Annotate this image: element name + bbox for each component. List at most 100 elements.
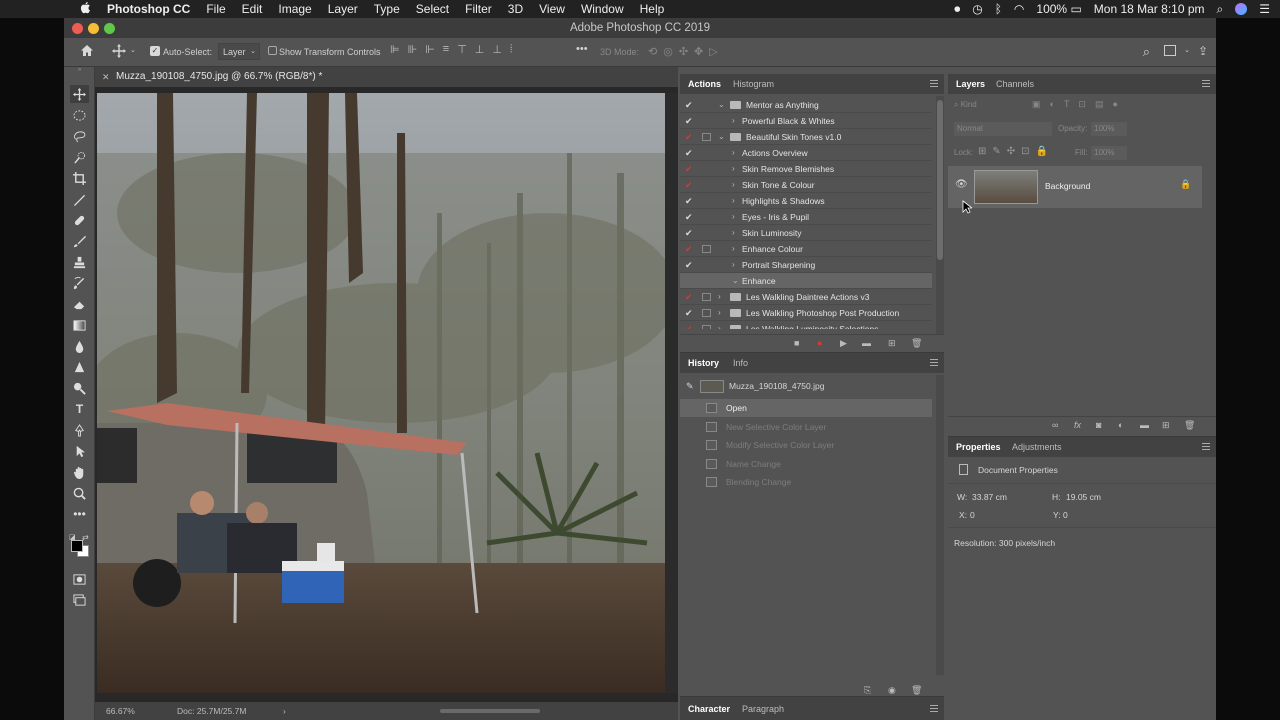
chevron-down-icon[interactable]: ⌄ xyxy=(718,129,725,145)
new-set-icon[interactable]: ▬ xyxy=(862,338,871,348)
marquee-tool-icon[interactable] xyxy=(70,106,89,124)
new-layer-icon[interactable]: ⊞ xyxy=(1162,420,1170,431)
dialog-toggle-icon[interactable] xyxy=(702,293,711,301)
chevron-down-icon[interactable]: ⌄ xyxy=(130,46,136,54)
panel-menu-icon[interactable] xyxy=(930,80,938,87)
clock[interactable]: Mon 18 Mar 8:10 pm xyxy=(1094,2,1205,16)
menu-edit[interactable]: Edit xyxy=(234,2,271,16)
healing-brush-tool-icon[interactable] xyxy=(70,211,89,229)
quick-selection-tool-icon[interactable] xyxy=(70,148,89,166)
new-action-icon[interactable]: ⊞ xyxy=(888,338,896,349)
notification-center-icon[interactable]: ☰ xyxy=(1259,2,1270,16)
siri-icon[interactable] xyxy=(1235,3,1248,15)
dialog-toggle-icon[interactable] xyxy=(702,325,711,329)
close-tab-icon[interactable]: ✕ xyxy=(102,67,110,87)
history-brush-source-icon[interactable]: ✎ xyxy=(686,377,694,395)
chevron-right-icon[interactable]: › xyxy=(718,321,721,329)
hand-tool-icon[interactable] xyxy=(70,463,89,481)
distribute-vert-icon[interactable]: ⦙ xyxy=(510,43,512,59)
menu-type[interactable]: Type xyxy=(366,2,408,16)
action-row[interactable]: ✔ › Powerful Black & Whites xyxy=(680,113,932,129)
camera-icon[interactable]: ◉ xyxy=(888,685,896,696)
stop-icon[interactable]: ■ xyxy=(794,338,799,348)
align-top-icon[interactable]: ⊤ xyxy=(457,43,467,59)
chevron-down-icon[interactable]: ⌄ xyxy=(732,273,739,289)
history-step[interactable]: Modify Selective Color Layer xyxy=(680,436,932,454)
apple-menu-icon[interactable] xyxy=(0,1,99,17)
zoom-level[interactable]: 66.67% xyxy=(106,702,135,720)
action-toggle-check-icon[interactable]: ✔ xyxy=(685,113,693,129)
y-value[interactable]: 0 xyxy=(1063,510,1068,520)
delete-layer-icon[interactable]: 🗑 xyxy=(1184,420,1195,431)
home-icon[interactable] xyxy=(80,44,94,59)
more-options-icon[interactable]: ••• xyxy=(576,43,588,55)
width-value[interactable]: 33.87 cm xyxy=(972,492,1007,502)
new-group-icon[interactable]: ▬ xyxy=(1140,420,1149,430)
history-step[interactable]: Name Change xyxy=(680,455,932,473)
chevron-right-icon[interactable]: › xyxy=(732,209,735,225)
move-tool-preset-icon[interactable] xyxy=(112,44,126,60)
action-toggle-check-icon[interactable]: ✔ xyxy=(685,289,693,305)
auto-select-checkbox[interactable]: ✓ xyxy=(150,46,160,56)
menu-3d[interactable]: 3D xyxy=(500,2,531,16)
history-step[interactable]: Blending Change xyxy=(680,473,932,491)
delete-icon[interactable]: 🗑 xyxy=(911,338,922,349)
align-hcenter-icon[interactable]: ⊪ xyxy=(408,43,418,59)
panel-menu-icon[interactable] xyxy=(930,705,938,712)
chevron-right-icon[interactable]: › xyxy=(732,241,735,257)
align-left-icon[interactable]: ⊫ xyxy=(390,43,400,59)
menu-view[interactable]: View xyxy=(531,2,573,16)
swap-colors-icon[interactable]: ⇄ xyxy=(82,533,89,542)
action-toggle-check-icon[interactable]: ✔ xyxy=(685,145,693,161)
add-mask-icon[interactable]: ◙ xyxy=(1096,420,1101,430)
chevron-down-icon[interactable]: ⌄ xyxy=(718,97,725,113)
tab-history[interactable]: History xyxy=(682,353,725,373)
search-icon[interactable]: ⌕ xyxy=(1143,44,1150,60)
share-icon[interactable]: ⇪ xyxy=(1198,44,1208,58)
action-toggle-check-icon[interactable]: ✔ xyxy=(685,209,693,225)
tab-channels[interactable]: Channels xyxy=(990,74,1040,94)
action-toggle-check-icon[interactable]: ✔ xyxy=(685,161,693,177)
actions-scrollbar[interactable] xyxy=(936,96,944,334)
menu-file[interactable]: File xyxy=(198,2,233,16)
panel-menu-icon[interactable] xyxy=(1202,443,1210,450)
tab-adjustments[interactable]: Adjustments xyxy=(1006,437,1068,457)
action-toggle-check-icon[interactable]: ✔ xyxy=(685,225,693,241)
crop-tool-icon[interactable] xyxy=(70,169,89,187)
menu-select[interactable]: Select xyxy=(408,2,457,16)
action-row[interactable]: ✔ › Skin Tone & Colour xyxy=(680,177,932,193)
action-row[interactable]: ✔ › Les Walkling Daintree Actions v3 xyxy=(680,289,932,305)
action-toggle-check-icon[interactable]: ✔ xyxy=(685,321,693,329)
bluetooth-icon[interactable]: ᛒ xyxy=(995,2,1002,16)
menu-layer[interactable]: Layer xyxy=(320,2,366,16)
pen-tool-icon[interactable] xyxy=(70,379,89,397)
image-canvas[interactable] xyxy=(97,93,665,693)
history-snapshot[interactable]: ✎ Muzza_190108_4750.jpg xyxy=(680,377,932,395)
distribute-icon[interactable]: ≡ xyxy=(443,43,449,59)
action-toggle-check-icon[interactable]: ✔ xyxy=(685,97,693,113)
blend-mode-dropdown[interactable]: Normal xyxy=(954,122,1052,136)
visibility-eye-icon[interactable]: 👁 xyxy=(955,179,968,190)
horizontal-scrollbar[interactable] xyxy=(440,709,540,713)
chevron-down-icon[interactable]: ⌄ xyxy=(1184,46,1190,54)
lasso-tool-icon[interactable] xyxy=(70,127,89,145)
spotlight-icon[interactable]: ⌕ xyxy=(1217,2,1224,17)
delete-icon[interactable]: 🗑 xyxy=(911,685,922,696)
play-icon[interactable]: ▶ xyxy=(840,338,847,349)
transform-controls-checkbox[interactable] xyxy=(268,46,277,55)
tab-actions[interactable]: Actions xyxy=(682,74,727,94)
align-vcenter-icon[interactable]: ⊥ xyxy=(475,43,485,59)
chevron-right-icon[interactable]: › xyxy=(732,145,735,161)
chevron-right-icon[interactable]: › xyxy=(283,702,286,720)
action-toggle-check-icon[interactable]: ✔ xyxy=(685,129,693,145)
fill-field[interactable]: 100% xyxy=(1091,146,1127,160)
action-row[interactable]: ✔ › Enhance Colour xyxy=(680,241,932,257)
screen-mode-icon[interactable] xyxy=(70,591,89,609)
gradient-tool-icon[interactable] xyxy=(70,316,89,334)
action-row[interactable]: ✔ › Actions Overview xyxy=(680,145,932,161)
document-tab[interactable]: ✕ Muzza_190108_4750.jpg @ 66.7% (RGB/8*)… xyxy=(95,67,678,87)
history-scrollbar[interactable] xyxy=(936,375,944,675)
kind-filter[interactable]: ⌕ Kind xyxy=(954,100,1020,114)
action-row[interactable]: ✔ › Highlights & Shadows xyxy=(680,193,932,209)
path-selection-tool-icon[interactable] xyxy=(70,421,89,439)
